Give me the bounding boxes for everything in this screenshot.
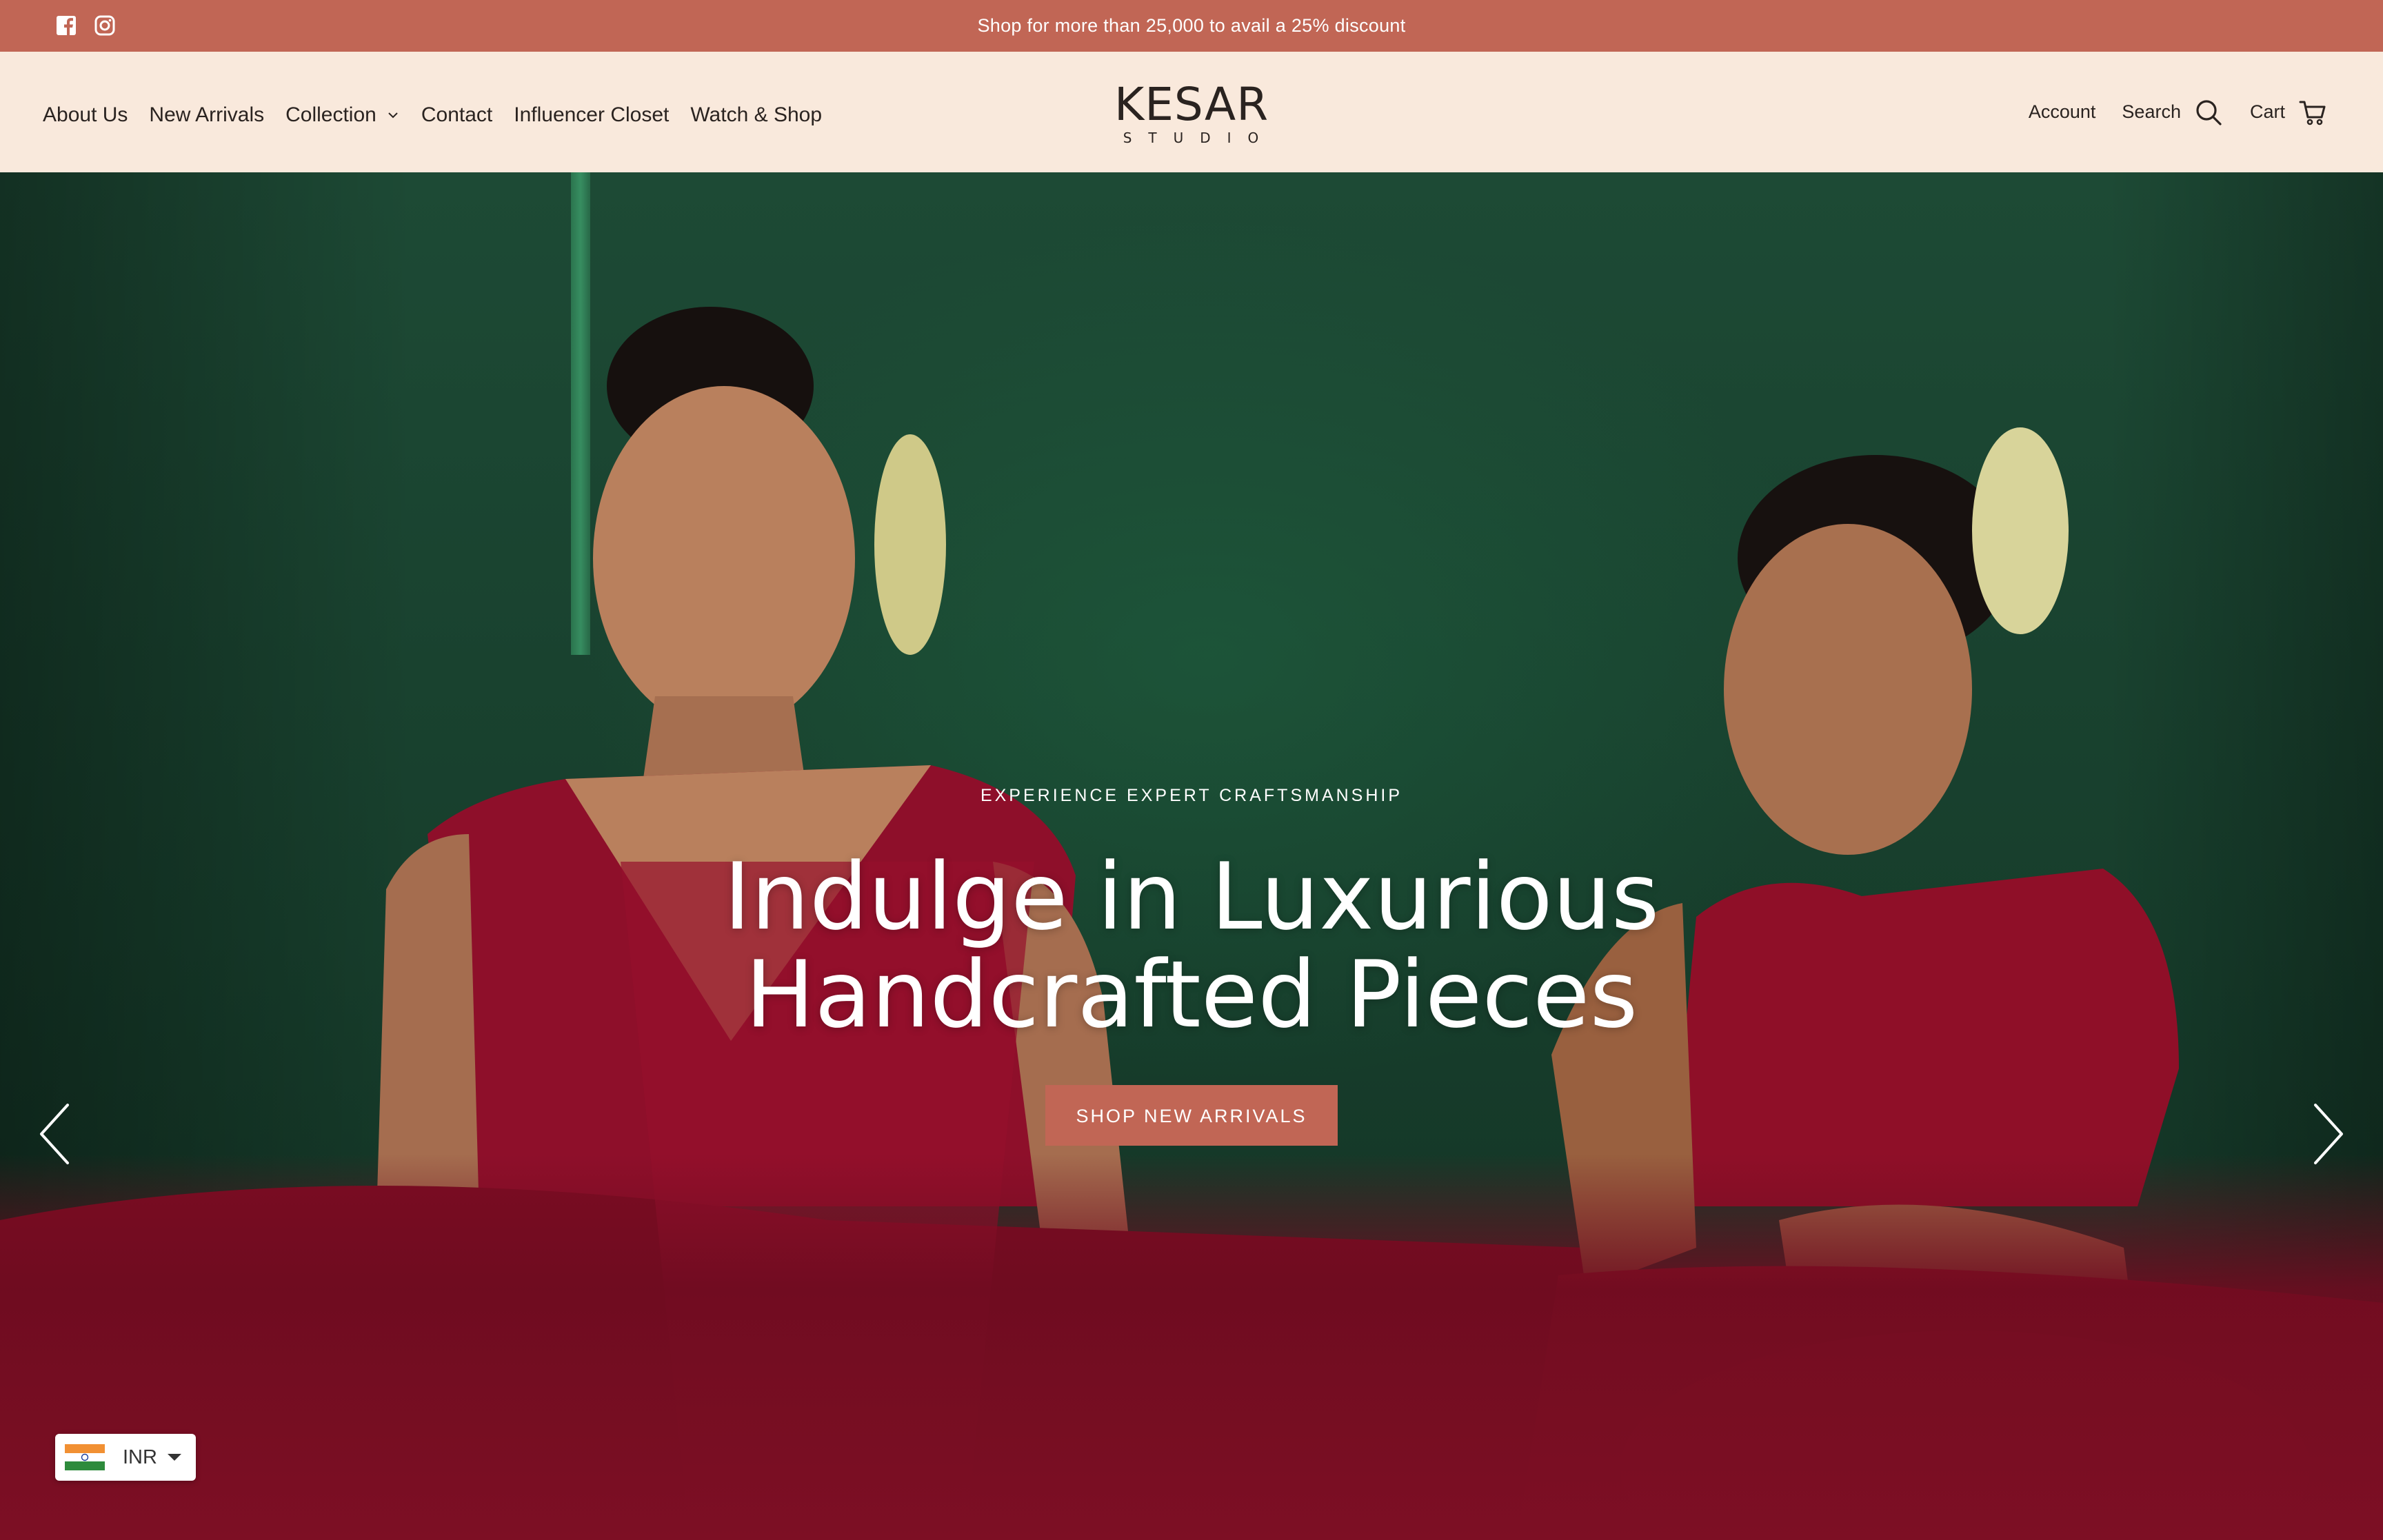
nav-label: Watch & Shop [690,103,823,126]
nav-influencer-closet[interactable]: Influencer Closet [514,98,669,127]
chevron-right-icon [2314,1104,2343,1164]
hero-eyebrow: EXPERIENCE EXPERT CRAFTSMANSHIP [980,786,1403,805]
cart-label: Cart [2249,101,2285,122]
india-flag-icon [65,1444,105,1470]
nav-contact[interactable]: Contact [421,98,492,127]
nav-label: Contact [421,103,493,126]
nav-watch-and-shop[interactable]: Watch & Shop [690,98,822,127]
nav-label: New Arrivals [149,103,265,126]
currency-code: INR [123,1446,157,1468]
site-logo[interactable]: KESAR STUDIO [1088,81,1295,150]
currency-selector[interactable]: INR [55,1434,196,1481]
logo-subtitle: STUDIO [1123,130,1276,146]
nav-about-us[interactable]: About Us [43,98,128,127]
announcement-message: Shop for more than 25,000 to avail a 25%… [977,15,1406,36]
chevron-left-icon [40,1104,69,1164]
hero-caption: EXPERIENCE EXPERT CRAFTSMANSHIP Indulge … [0,172,2383,1540]
hero-headline: Indulge in Luxurious Handcrafted Pieces [0,848,2383,1044]
search-button[interactable]: Search [2122,97,2224,128]
main-nav: About Us New Arrivals Collection Contact… [43,52,822,172]
logo-wordmark: KESAR [1114,78,1269,131]
hero-slideshow: EXPERIENCE EXPERT CRAFTSMANSHIP Indulge … [0,172,2383,1540]
search-label: Search [2122,101,2181,122]
chevron-down-icon [388,112,398,118]
header-utilities: Account Search Cart [2029,52,2328,172]
nav-label: About Us [43,103,128,126]
hero-headline-line2: Handcrafted Pieces [745,941,1638,1048]
shop-new-arrivals-button[interactable]: SHOP NEW ARRIVALS [1045,1085,1338,1146]
cart-button[interactable]: Cart [2250,97,2328,128]
hero-headline-line1: Indulge in Luxurious [723,843,1660,951]
slide-prev-button[interactable] [34,1100,76,1168]
nav-label: Collection [285,103,376,126]
nav-label: Influencer Closet [514,103,670,126]
caret-down-icon [167,1454,181,1461]
announcement-bar: Shop for more than 25,000 to avail a 25%… [0,0,2383,52]
account-label: Account [2028,101,2096,122]
nav-new-arrivals[interactable]: New Arrivals [149,98,264,127]
account-link[interactable]: Account [2029,101,2096,123]
cart-icon [2299,101,2326,125]
search-icon [2196,99,2222,125]
nav-collection[interactable]: Collection [285,98,400,127]
slide-next-button[interactable] [2307,1100,2349,1168]
site-header: About Us New Arrivals Collection Contact… [0,52,2383,172]
